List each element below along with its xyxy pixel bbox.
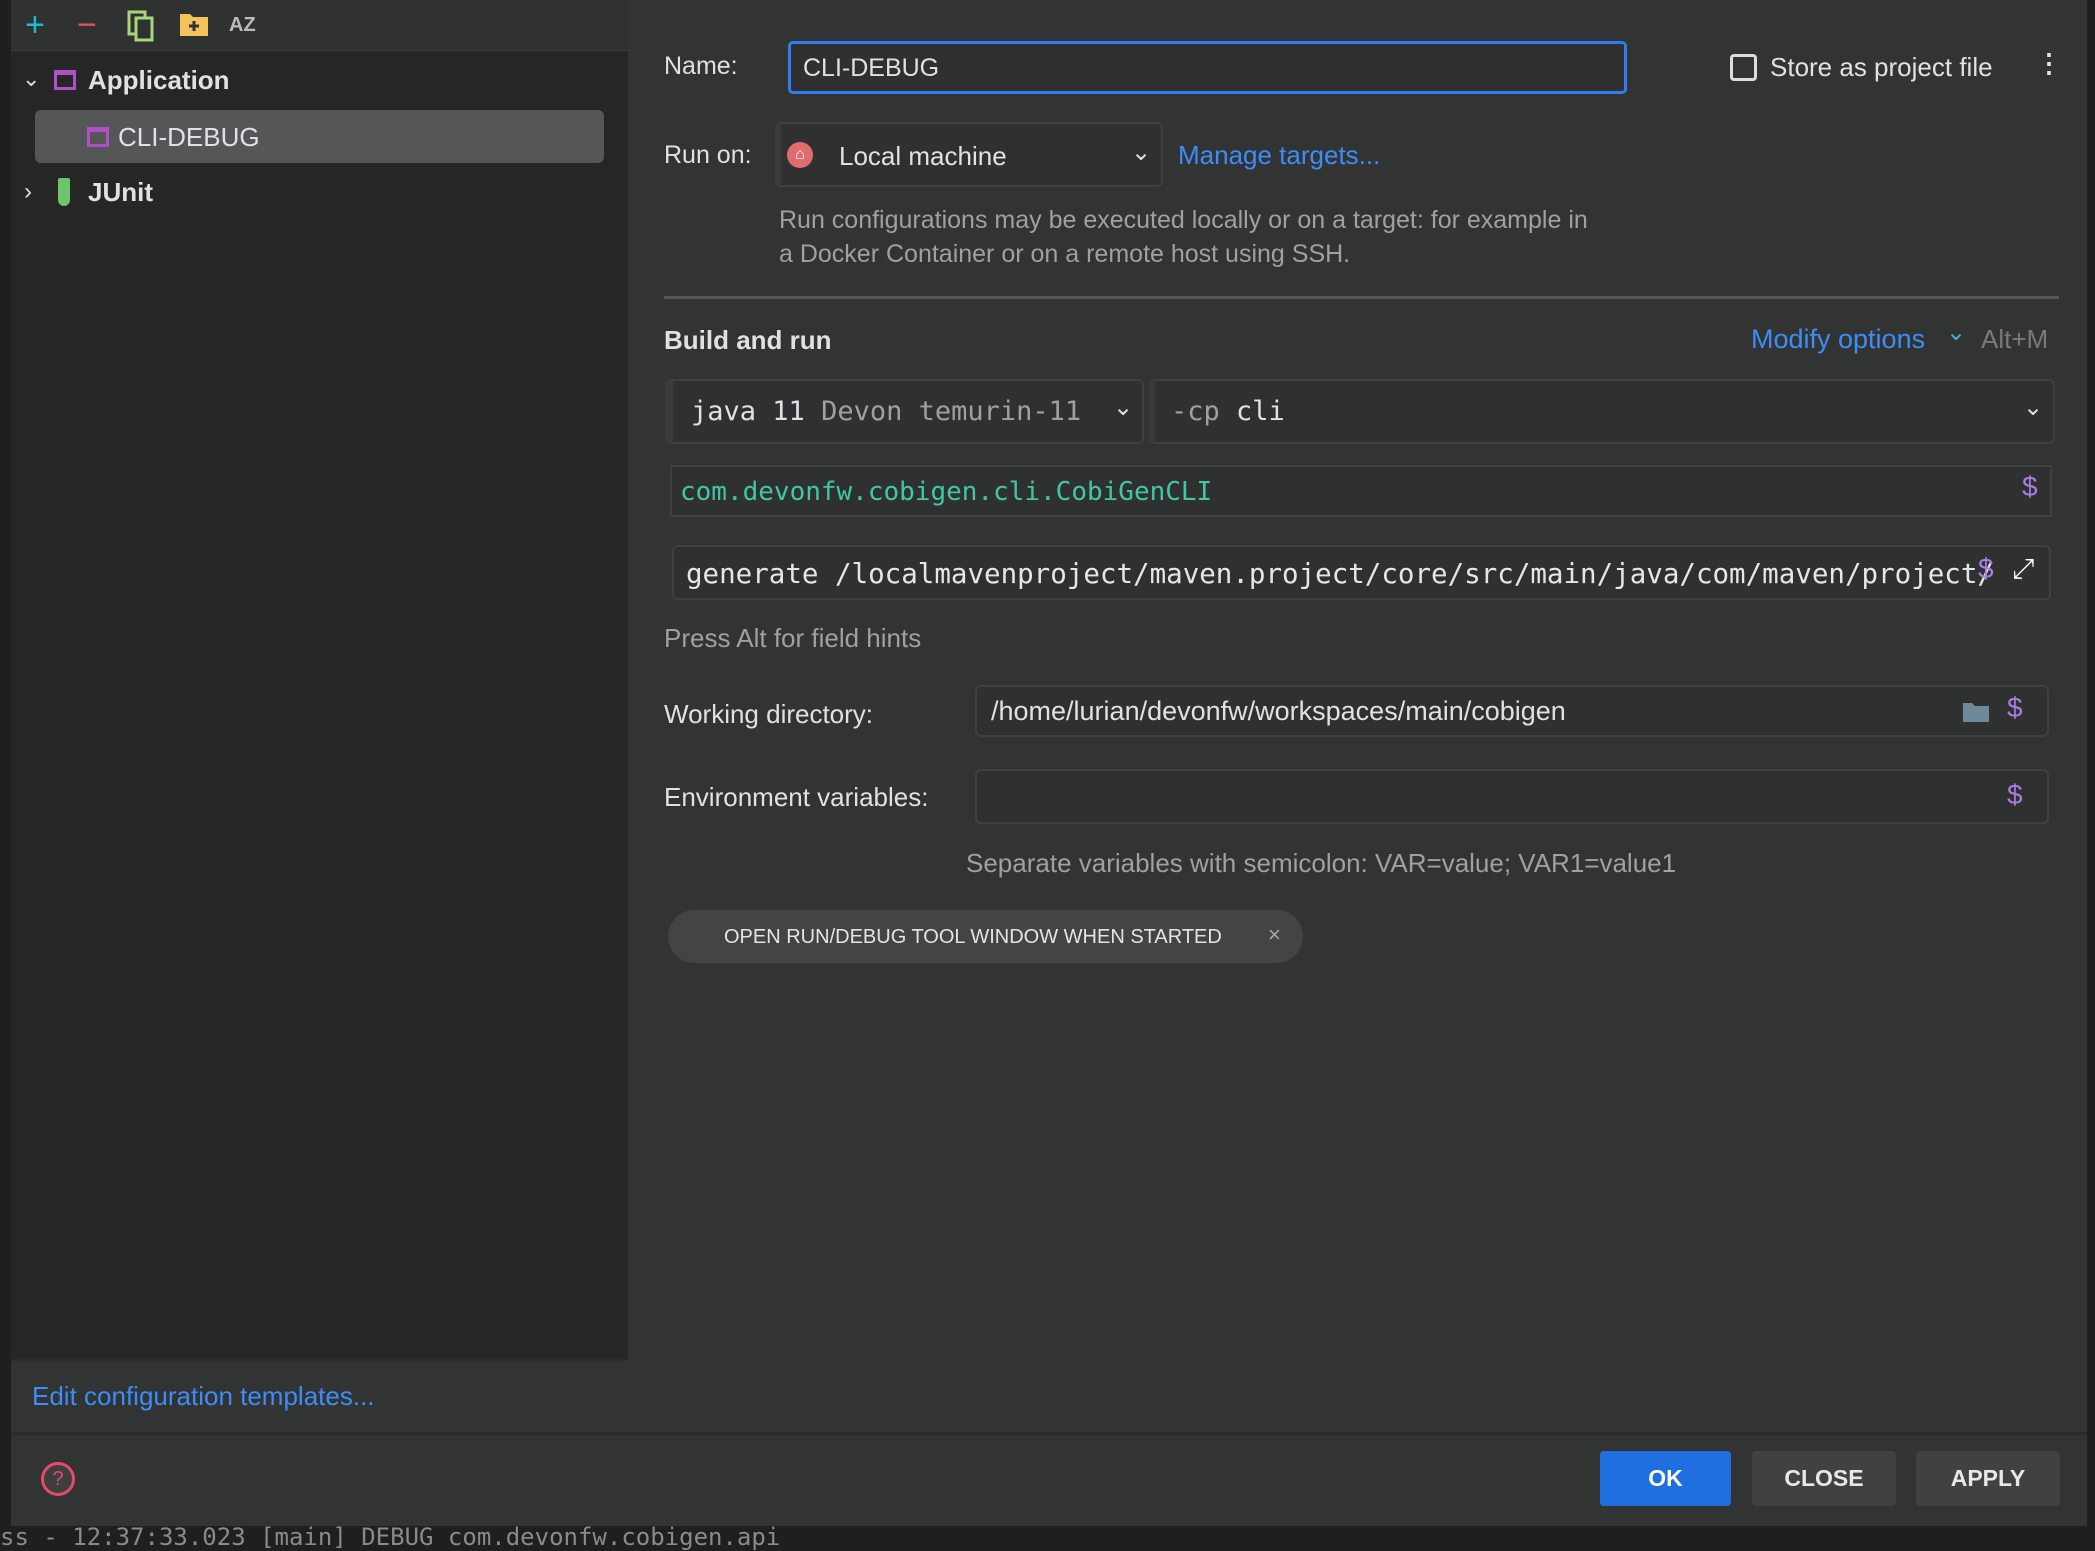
- env-label: Environment variables:: [664, 782, 929, 812]
- chevron-down-icon: ⌄: [1131, 139, 1152, 166]
- edit-templates-link[interactable]: Edit configuration templates...: [32, 1381, 375, 1412]
- modify-options-link[interactable]: Modify options: [1751, 324, 1925, 355]
- macro-dollar-icon[interactable]: $: [2007, 692, 2023, 724]
- config-tree-panel: [11, 0, 628, 1432]
- chevron-right-icon[interactable]: ›: [24, 178, 32, 206]
- home-icon: ⌂: [787, 142, 813, 168]
- classpath-dropdown[interactable]: -cp cli ⌄: [1149, 379, 2055, 444]
- program-args-value: generate /localmavenproject/maven.projec…: [686, 558, 1994, 590]
- close-icon[interactable]: ×: [1268, 922, 1281, 948]
- close-button[interactable]: CLOSE: [1752, 1451, 1896, 1506]
- working-dir-value: /home/lurian/devonfw/workspaces/main/cob…: [991, 696, 1566, 726]
- program-arguments-input[interactable]: generate /localmavenproject/maven.projec…: [672, 545, 2051, 600]
- chevron-down-icon[interactable]: ⌄: [22, 66, 40, 92]
- folder-icon[interactable]: [1962, 701, 1990, 730]
- section-divider: [664, 296, 2059, 299]
- help-icon[interactable]: ?: [41, 1462, 75, 1496]
- folder-add-icon[interactable]: [179, 10, 209, 44]
- tree-item-cli-debug[interactable]: CLI-DEBUG: [35, 110, 604, 163]
- store-project-checkbox[interactable]: [1730, 54, 1757, 81]
- ok-button[interactable]: OK: [1600, 1451, 1731, 1506]
- jdk-name: Devon temurin-11: [821, 396, 1082, 427]
- config-form: Name: CLI-DEBUG Store as project file ⋮ …: [628, 0, 2087, 1432]
- build-run-title: Build and run: [664, 325, 832, 355]
- jdk-version: java 11: [691, 396, 805, 427]
- name-value: CLI-DEBUG: [803, 54, 940, 82]
- name-label: Name:: [664, 52, 738, 80]
- tree-group-junit[interactable]: › JUnit: [20, 174, 620, 212]
- run-on-description: a Docker Container or on a remote host u…: [779, 240, 1351, 268]
- option-chip: OPEN RUN/DEBUG TOOL WINDOW WHEN STARTED …: [668, 910, 1303, 963]
- macro-dollar-icon[interactable]: $: [2007, 779, 2023, 811]
- sort-az-icon[interactable]: AZ: [229, 10, 256, 40]
- plus-icon[interactable]: +: [25, 8, 45, 42]
- junit-icon: [58, 178, 70, 206]
- working-dir-label: Working directory:: [664, 699, 874, 729]
- manage-targets-link[interactable]: Manage targets...: [1178, 140, 1380, 171]
- background-log-line: ss - 12:37:33.023 [main] DEBUG com.devon…: [0, 1523, 781, 1551]
- left-bottom-bar: Edit configuration templates...: [11, 1359, 628, 1432]
- store-project-label[interactable]: Store as project file: [1770, 52, 1993, 83]
- more-options-icon[interactable]: ⋮: [2036, 48, 2062, 79]
- application-icon: [54, 70, 76, 90]
- application-icon: [87, 127, 109, 147]
- cp-module: cli: [1236, 396, 1285, 427]
- chevron-down-icon[interactable]: ⌄: [1946, 318, 1966, 347]
- tree-group-application[interactable]: ⌄ Application: [20, 62, 620, 100]
- name-input[interactable]: CLI-DEBUG: [788, 41, 1627, 94]
- modify-shortcut: Alt+M: [1981, 324, 2049, 354]
- env-variables-input[interactable]: $: [975, 769, 2049, 824]
- chevron-down-icon: ⌄: [2023, 394, 2044, 421]
- main-class-input[interactable]: com.devonfw.cobigen.cli.CobiGenCLI $: [670, 465, 2052, 517]
- tree-label: JUnit: [88, 177, 153, 207]
- copy-icon[interactable]: [127, 10, 155, 48]
- field-hint: Press Alt for field hints: [664, 623, 922, 653]
- tree-toolbar: + − AZ: [11, 0, 628, 51]
- run-on-dropdown[interactable]: ⌂ Local machine ⌄: [775, 122, 1163, 187]
- tree-label: CLI-DEBUG: [118, 122, 260, 152]
- macro-dollar-icon[interactable]: $: [2022, 471, 2038, 503]
- minus-icon[interactable]: −: [77, 8, 97, 42]
- run-on-value: Local machine: [839, 141, 1007, 171]
- run-on-description: Run configurations may be executed local…: [779, 206, 1588, 234]
- apply-button[interactable]: APPLY: [1916, 1451, 2060, 1506]
- env-hint: Separate variables with semicolon: VAR=v…: [966, 848, 1677, 878]
- cp-prefix: -cp: [1171, 396, 1220, 427]
- tree-label: Application: [88, 65, 230, 95]
- main-class-value: com.devonfw.cobigen.cli.CobiGenCLI: [680, 477, 1213, 507]
- expand-icon[interactable]: ⤢: [2012, 553, 2034, 586]
- chevron-down-icon: ⌄: [1113, 394, 1134, 421]
- run-on-label: Run on:: [664, 141, 752, 169]
- working-dir-input[interactable]: /home/lurian/devonfw/workspaces/main/cob…: [975, 685, 2049, 737]
- macro-dollar-icon[interactable]: $: [1978, 553, 1994, 585]
- jdk-dropdown[interactable]: java 11 Devon temurin-11 ⌄: [665, 379, 1144, 444]
- chip-label: OPEN RUN/DEBUG TOOL WINDOW WHEN STARTED: [724, 926, 1222, 948]
